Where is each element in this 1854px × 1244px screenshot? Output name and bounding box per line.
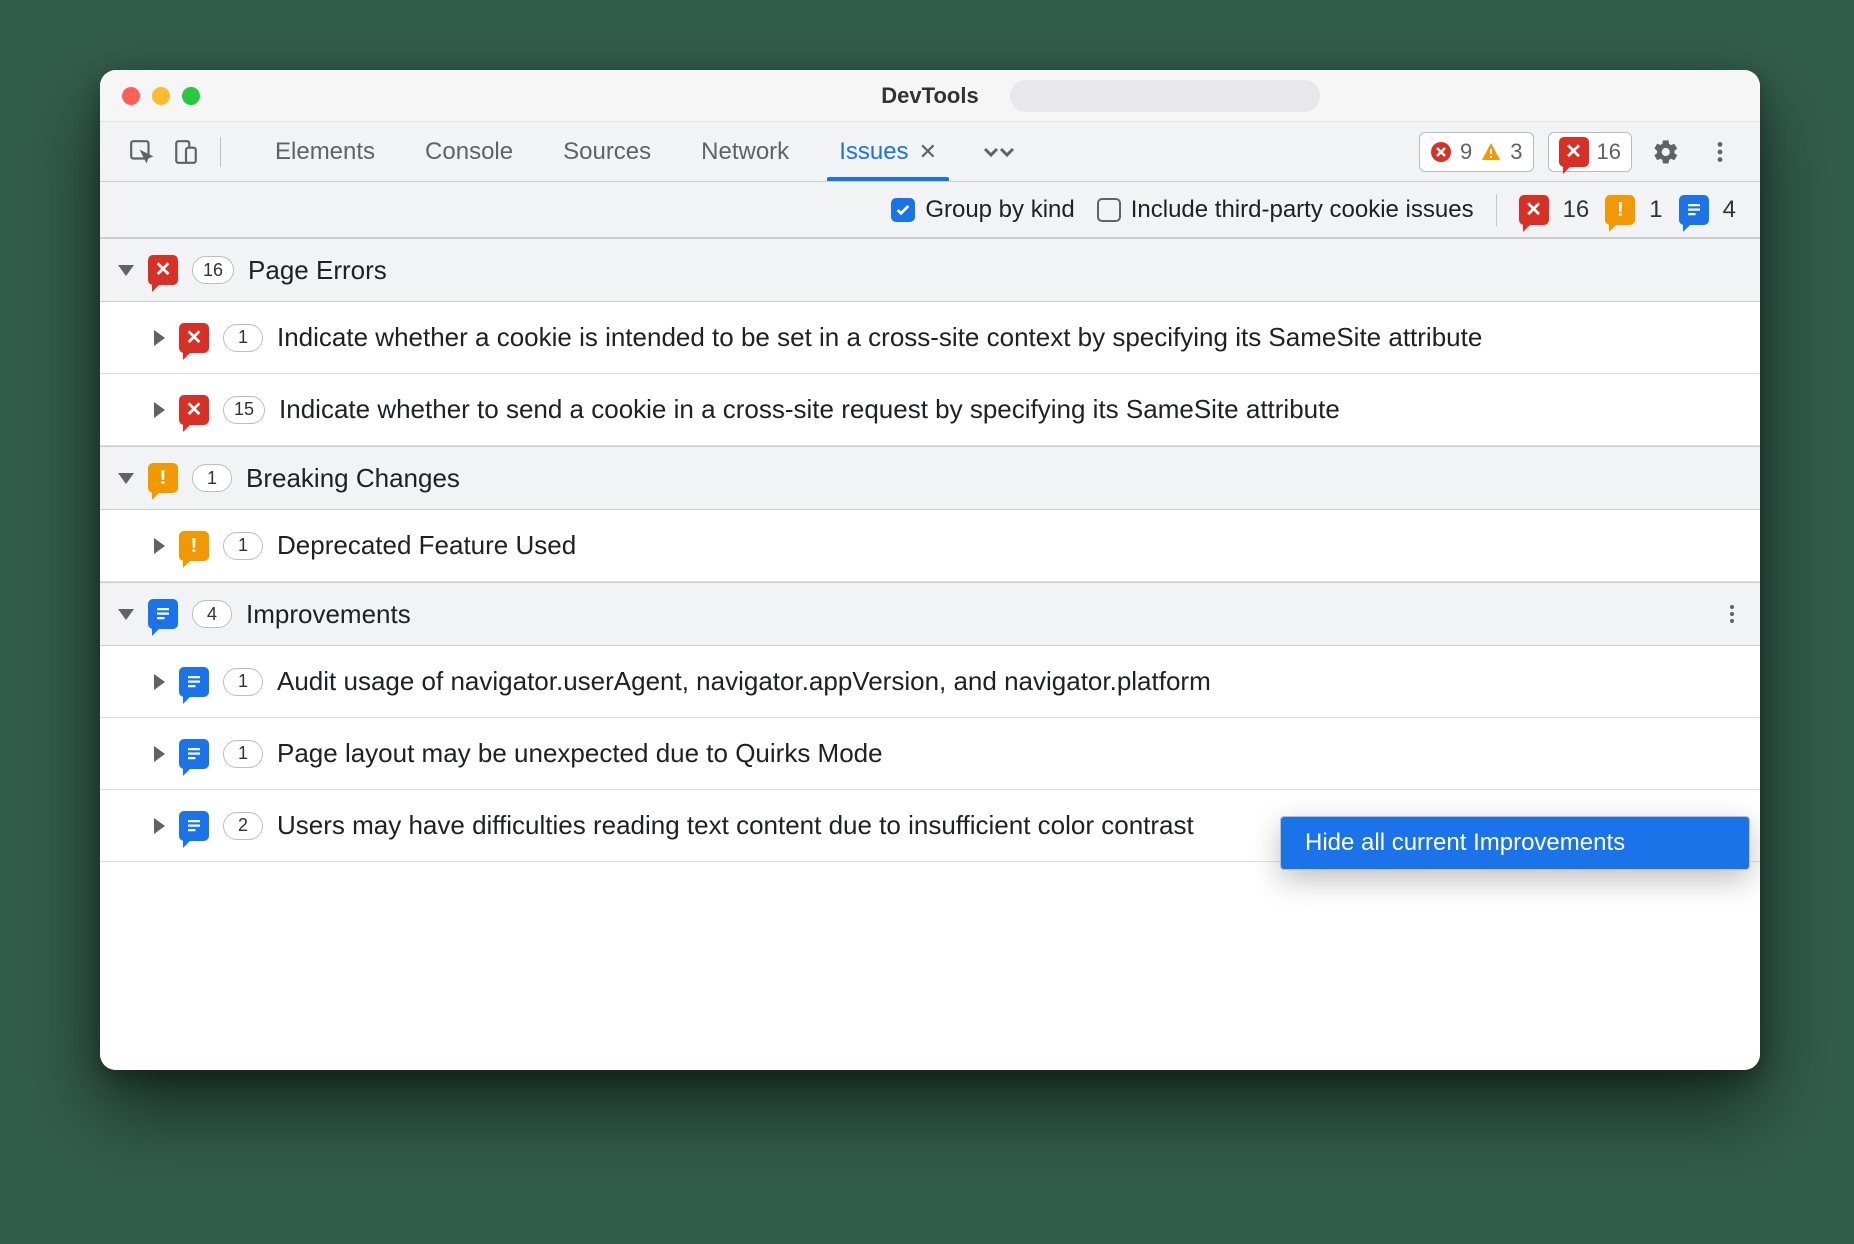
error-bubble-icon: ✕ <box>179 323 209 353</box>
checkbox-label: Include third-party cookie issues <box>1131 196 1474 224</box>
checkbox-label: Group by kind <box>925 196 1074 224</box>
issue-row[interactable]: 1 Page layout may be unexpected due to Q… <box>100 718 1760 790</box>
chevron-down-icon <box>118 609 134 620</box>
tab-label: Issues <box>839 138 908 166</box>
info-bubble-icon <box>179 667 209 697</box>
close-tab-icon[interactable]: ✕ <box>919 139 937 165</box>
issue-title: Page layout may be unexpected due to Qui… <box>277 736 1744 771</box>
info-bubble-icon <box>179 739 209 769</box>
separator <box>220 137 221 167</box>
warning-bubble-icon: ! <box>148 463 178 493</box>
devtools-window: DevTools <box>100 70 1760 1070</box>
checkbox-icon <box>1097 198 1121 222</box>
device-toolbar-icon[interactable] <box>166 132 206 172</box>
group-header-breaking-changes[interactable]: ! 1 Breaking Changes <box>100 446 1760 510</box>
main-toolbar: Elements Console Sources Network Issues … <box>100 122 1760 182</box>
chevron-right-icon <box>154 674 165 690</box>
window-controls <box>100 87 200 105</box>
group-count-badge: 4 <box>192 600 232 628</box>
error-bubble-icon: ✕ <box>1519 195 1549 225</box>
group-header-page-errors[interactable]: ✕ 16 Page Errors <box>100 238 1760 302</box>
issues-panel: ✕ 16 Page Errors ✕ 1 Indicate whether a … <box>100 238 1760 1070</box>
tab-label: Elements <box>275 138 375 166</box>
info-count: 4 <box>1723 196 1736 224</box>
tab-console[interactable]: Console <box>403 122 535 181</box>
issue-count-badge: 1 <box>223 740 263 768</box>
issue-title: Indicate whether a cookie is intended to… <box>277 320 1744 355</box>
issue-title: Deprecated Feature Used <box>277 528 1744 563</box>
issue-count-badge: 1 <box>223 324 263 352</box>
error-circle-icon <box>1430 141 1452 163</box>
panel-tabs: Elements Console Sources Network Issues … <box>239 122 1033 181</box>
chevron-down-icon <box>118 473 134 484</box>
context-menu-item-hide[interactable]: Hide all current Improvements <box>1281 817 1749 869</box>
chevron-right-icon <box>154 538 165 554</box>
tab-sources[interactable]: Sources <box>541 122 673 181</box>
minimize-window-button[interactable] <box>152 87 170 105</box>
issue-count-badge: 1 <box>223 532 263 560</box>
group-header-improvements[interactable]: 4 Improvements <box>100 582 1760 646</box>
tab-label: Sources <box>563 138 651 166</box>
warning-bubble-icon: ! <box>179 531 209 561</box>
chevron-down-icon <box>118 265 134 276</box>
group-title: Improvements <box>246 599 411 630</box>
error-bubble-icon: ✕ <box>1559 137 1589 167</box>
group-menu-icon[interactable] <box>1720 594 1744 634</box>
titlebar: DevTools <box>100 70 1760 122</box>
warning-bubble-icon: ! <box>1605 195 1635 225</box>
issue-row[interactable]: ✕ 1 Indicate whether a cookie is intende… <box>100 302 1760 374</box>
inspect-element-icon[interactable] <box>122 132 162 172</box>
chevron-right-icon <box>154 330 165 346</box>
issues-toolbar: Group by kind Include third-party cookie… <box>100 182 1760 238</box>
tab-network[interactable]: Network <box>679 122 811 181</box>
info-bubble-icon <box>148 599 178 629</box>
error-count: 16 <box>1563 196 1590 224</box>
error-bubble-icon: ✕ <box>179 395 209 425</box>
group-title: Breaking Changes <box>246 463 460 494</box>
checkbox-icon <box>891 198 915 222</box>
close-window-button[interactable] <box>122 87 140 105</box>
more-tabs-button[interactable] <box>965 122 1033 181</box>
issue-title: Indicate whether to send a cookie in a c… <box>279 392 1744 427</box>
issue-count: 16 <box>1597 139 1621 165</box>
context-menu: Hide all current Improvements <box>1280 816 1750 870</box>
warning-count: 3 <box>1510 139 1522 165</box>
console-counters-2[interactable]: ✕ 16 <box>1548 132 1632 172</box>
tab-elements[interactable]: Elements <box>253 122 397 181</box>
issue-title: Audit usage of navigator.userAgent, navi… <box>277 664 1744 699</box>
group-by-kind-checkbox[interactable]: Group by kind <box>891 196 1074 224</box>
group-count-badge: 1 <box>192 464 232 492</box>
group-title: Page Errors <box>248 255 387 286</box>
info-bubble-icon <box>179 811 209 841</box>
tab-label: Console <box>425 138 513 166</box>
window-title: DevTools <box>100 83 1760 109</box>
kind-counters: ✕ 16 ! 1 4 <box>1519 195 1742 225</box>
info-bubble-icon <box>1679 195 1709 225</box>
separator <box>1496 194 1497 226</box>
context-menu-label: Hide all current Improvements <box>1305 829 1625 857</box>
console-counters-1[interactable]: 9 3 <box>1419 132 1534 172</box>
issue-count-badge: 2 <box>223 812 263 840</box>
settings-icon[interactable] <box>1646 132 1686 172</box>
issue-count-badge: 15 <box>223 396 265 424</box>
window-title-detail <box>1010 80 1320 112</box>
more-options-icon[interactable] <box>1700 132 1740 172</box>
issue-count-badge: 1 <box>223 668 263 696</box>
issue-row[interactable]: ✕ 15 Indicate whether to send a cookie i… <box>100 374 1760 446</box>
issue-row[interactable]: 1 Audit usage of navigator.userAgent, na… <box>100 646 1760 718</box>
chevron-right-icon <box>154 818 165 834</box>
third-party-checkbox[interactable]: Include third-party cookie issues <box>1097 196 1474 224</box>
issue-row[interactable]: ! 1 Deprecated Feature Used <box>100 510 1760 582</box>
group-count-badge: 16 <box>192 256 234 284</box>
chevron-right-icon <box>154 402 165 418</box>
warning-triangle-icon <box>1480 141 1502 163</box>
error-count: 9 <box>1460 139 1472 165</box>
error-bubble-icon: ✕ <box>148 255 178 285</box>
chevron-right-icon <box>154 746 165 762</box>
tab-issues[interactable]: Issues ✕ <box>817 122 959 181</box>
tab-label: Network <box>701 138 789 166</box>
warning-count: 1 <box>1649 196 1662 224</box>
zoom-window-button[interactable] <box>182 87 200 105</box>
